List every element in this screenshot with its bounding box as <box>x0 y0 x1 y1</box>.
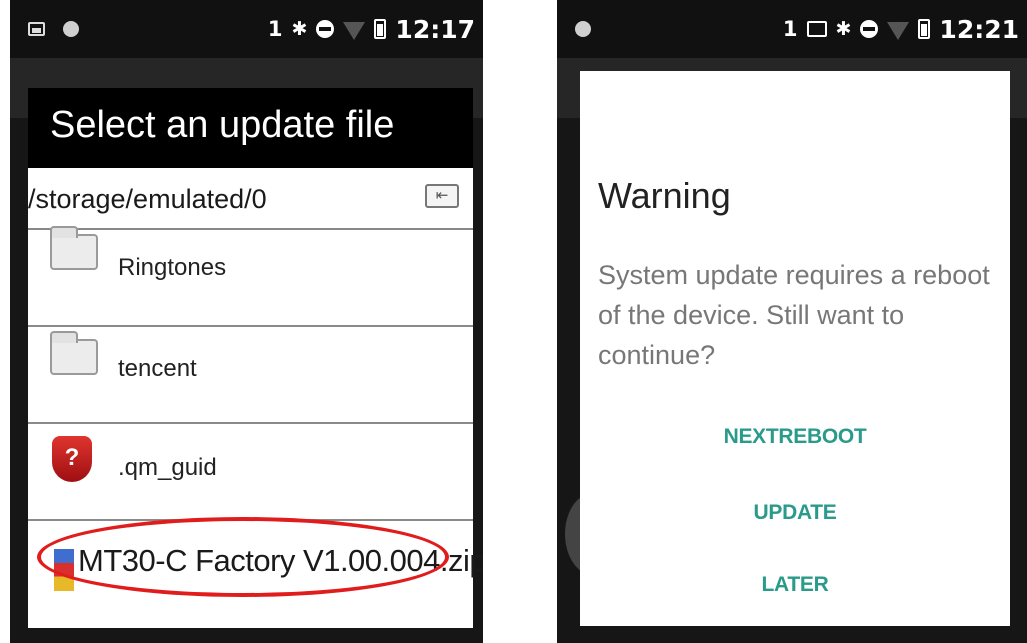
dialog-title-bar: Select an update file <box>28 88 473 168</box>
path-bar: /storage/emulated/0 ⇤ <box>28 168 473 230</box>
dialog-title: Select an update file <box>50 104 395 146</box>
file-item-qm-guid[interactable]: ? .qm_guid <box>28 424 473 521</box>
shield-icon: ? <box>52 436 92 482</box>
dialog-message: System update requires a reboot of the d… <box>598 260 990 370</box>
sim-number: 1 <box>267 17 283 41</box>
notification-dot-icon <box>575 21 591 37</box>
update-button[interactable]: UPDATE <box>580 501 1010 525</box>
image-notification-icon <box>28 22 45 36</box>
status-bar: 1 ✱ 12:21 <box>557 0 1027 58</box>
warning-dialog: Warning System update requires a reboot … <box>580 71 1010 626</box>
battery-icon <box>918 19 931 39</box>
sim-number: 1 <box>782 17 798 41</box>
folder-icon <box>50 331 98 375</box>
highlight-annotation <box>37 517 449 597</box>
later-button[interactable]: LATER <box>580 573 1010 597</box>
battery-icon <box>374 19 387 39</box>
right-phone-screen: 1 ✱ 12:21 Warning System update requires… <box>557 0 1027 643</box>
file-item-tencent[interactable]: tencent <box>28 327 473 424</box>
notification-dot-icon <box>63 21 79 37</box>
wifi-icon <box>887 22 910 40</box>
wifi-icon <box>343 22 366 40</box>
current-path: /storage/emulated/0 <box>28 184 267 214</box>
clock: 12:17 <box>395 14 475 44</box>
left-phone-screen: 1 ✱ 12:17 Select an update file /storage… <box>10 0 483 643</box>
file-name: .qm_guid <box>118 454 217 481</box>
file-item-ringtones[interactable]: Ringtones <box>28 226 473 327</box>
status-bar: 1 ✱ 12:17 <box>10 0 483 58</box>
dialog-title: Warning <box>598 175 731 216</box>
do-not-disturb-icon <box>316 20 335 38</box>
bluetooth-icon: ✱ <box>835 18 852 40</box>
bluetooth-icon: ✱ <box>291 18 308 40</box>
file-name: tencent <box>118 355 197 382</box>
do-not-disturb-icon <box>860 20 879 38</box>
cast-icon <box>806 21 827 37</box>
next-reboot-button[interactable]: NEXTREBOOT <box>580 425 1010 449</box>
file-name: Ringtones <box>118 254 227 281</box>
folder-icon <box>50 226 98 270</box>
back-arrow-icon[interactable]: ⇤ <box>425 184 459 208</box>
clock: 12:21 <box>939 14 1019 44</box>
